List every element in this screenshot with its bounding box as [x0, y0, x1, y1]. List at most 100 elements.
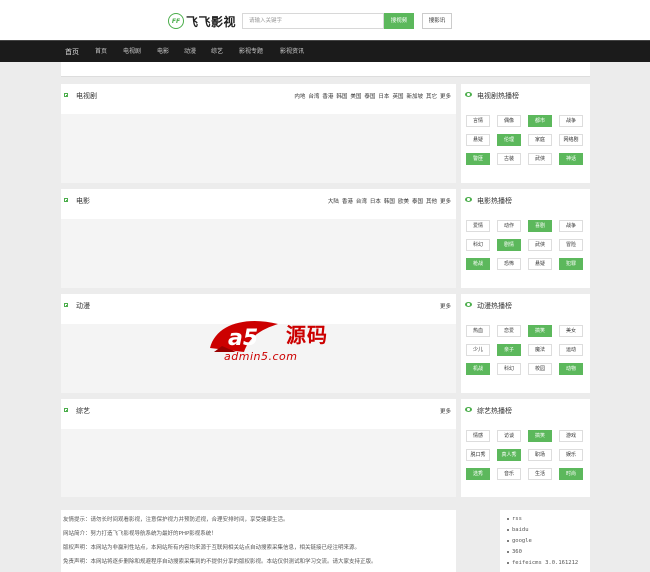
genre-tag[interactable]: 偶像	[497, 115, 521, 127]
region-link[interactable]: 其它	[426, 92, 437, 100]
nav-item-anime[interactable]: 动漫	[184, 41, 196, 63]
genre-tag[interactable]: 热血	[466, 325, 490, 337]
region-link[interactable]: 香港	[322, 92, 333, 100]
nav-item-home[interactable]: 首页	[95, 41, 107, 63]
nav-item-home-logo[interactable]: 首页	[65, 41, 79, 63]
search-news-button[interactable]: 搜影讯	[422, 13, 452, 29]
side-title: 电视剧热播榜	[477, 92, 519, 100]
more-link[interactable]: 更多	[440, 197, 451, 205]
genre-tag[interactable]: 动作	[497, 220, 521, 232]
movie-hot-chart: 电影热播榜 爱情 动作 喜剧 战争 科幻 剧情 武侠 冒险 枪战 恐怖 悬疑 犯…	[461, 189, 590, 288]
region-link[interactable]: 内地	[294, 92, 305, 100]
genre-tag[interactable]: 选秀	[466, 468, 490, 480]
footer-link-feifeicms[interactable]: feifeicms 3.0.161212	[506, 560, 578, 566]
genre-tag[interactable]: 武侠	[528, 239, 552, 251]
region-link[interactable]: 新加坡	[406, 92, 423, 100]
region-link[interactable]: 泰国	[412, 197, 423, 205]
genre-tag[interactable]: 古装	[497, 153, 521, 165]
region-link[interactable]: 日本	[370, 197, 381, 205]
genre-tag[interactable]: 恋爱	[497, 325, 521, 337]
genre-tag[interactable]: 情感	[466, 430, 490, 442]
genre-tag[interactable]: 犯罪	[559, 258, 583, 270]
section-icon	[64, 408, 68, 412]
genre-tag[interactable]: 神话	[559, 153, 583, 165]
side-title: 综艺热播榜	[477, 407, 512, 415]
genre-tag[interactable]: 美女	[559, 325, 583, 337]
nav-item-topics[interactable]: 影视专题	[239, 41, 263, 63]
section-title: 电影	[76, 197, 90, 205]
more-link[interactable]: 更多	[440, 92, 451, 100]
genre-tag[interactable]: 校园	[528, 363, 552, 375]
genre-tag[interactable]: 音乐	[497, 468, 521, 480]
genre-tag[interactable]: 剧情	[497, 239, 521, 251]
genre-tag[interactable]: 家庭	[528, 134, 552, 146]
genre-tag[interactable]: 网络剧	[559, 134, 583, 146]
genre-tag[interactable]: 枪战	[466, 258, 490, 270]
genre-tag[interactable]: 运动	[559, 344, 583, 356]
region-link[interactable]: 日本	[378, 92, 389, 100]
region-link[interactable]: 台湾	[356, 197, 367, 205]
genre-tag[interactable]: 脱口秀	[466, 449, 490, 461]
search-video-button[interactable]: 搜视频	[384, 13, 414, 29]
site-logo[interactable]: FF 飞飞影视	[168, 12, 236, 30]
genre-tag[interactable]: 职场	[528, 449, 552, 461]
genre-tag[interactable]: 爱情	[466, 220, 490, 232]
region-link[interactable]: 大陆	[328, 197, 339, 205]
genre-tag[interactable]: 少儿	[466, 344, 490, 356]
footer-link-google[interactable]: google	[507, 538, 532, 544]
nav-item-tv[interactable]: 电视剧	[123, 41, 141, 63]
genre-tag[interactable]: 魔法	[528, 344, 552, 356]
region-link[interactable]: 香港	[342, 197, 353, 205]
footer-links: rss baidu google 360 feifeicms 3.0.16121…	[500, 510, 590, 572]
region-link[interactable]: 台湾	[308, 92, 319, 100]
genre-tag[interactable]: 喜剧	[528, 220, 552, 232]
genre-tag[interactable]: 亲子	[497, 344, 521, 356]
genre-tag[interactable]: 游戏	[559, 430, 583, 442]
region-link[interactable]: 其他	[426, 197, 437, 205]
genre-tag[interactable]: 武侠	[528, 153, 552, 165]
genre-tag[interactable]: 搞笑	[528, 325, 552, 337]
region-link[interactable]: 韩国	[384, 197, 395, 205]
variety-section-header: 综艺 更多	[61, 399, 456, 429]
genre-tag[interactable]: 悬疑	[466, 134, 490, 146]
genre-tag[interactable]: 真人秀	[497, 449, 521, 461]
region-link[interactable]: 泰国	[364, 92, 375, 100]
tag-grid: 言情 偶像 都市 战争 悬疑 伦理 家庭 网络剧 警匪 古装 武侠 神话	[466, 115, 585, 165]
genre-tag[interactable]: 动物	[559, 363, 583, 375]
genre-tag[interactable]: 生活	[528, 468, 552, 480]
genre-tag[interactable]: 科幻	[497, 363, 521, 375]
genre-tag[interactable]: 伦理	[497, 134, 521, 146]
anime-links: 更多	[440, 302, 451, 310]
nav-item-news[interactable]: 影视资讯	[280, 41, 304, 63]
region-link[interactable]: 英国	[392, 92, 403, 100]
footer-link-360[interactable]: 360	[507, 549, 522, 555]
genre-tag[interactable]: 冒险	[559, 239, 583, 251]
genre-tag[interactable]: 警匪	[466, 153, 490, 165]
logo-text: 飞飞影视	[186, 14, 237, 29]
genre-tag[interactable]: 搞笑	[528, 430, 552, 442]
genre-tag[interactable]: 访谈	[497, 430, 521, 442]
nav-item-variety[interactable]: 综艺	[211, 41, 223, 63]
footer-link-baidu[interactable]: baidu	[507, 527, 529, 533]
genre-tag[interactable]: 恐怖	[497, 258, 521, 270]
genre-tag[interactable]: 机战	[466, 363, 490, 375]
footer-tip: 友情提示：请勿长时间观看影视，注意保护视力并预防近视，合理安排时间，享受健康生活…	[63, 517, 289, 523]
genre-tag[interactable]: 战争	[559, 220, 583, 232]
more-link[interactable]: 更多	[440, 302, 451, 310]
movie-section-body	[61, 219, 456, 288]
search-input[interactable]: 请输入关键字	[242, 13, 384, 29]
section-icon	[64, 198, 68, 202]
region-link[interactable]: 韩国	[336, 92, 347, 100]
footer-link-rss[interactable]: rss	[507, 516, 522, 522]
genre-tag[interactable]: 科幻	[466, 239, 490, 251]
genre-tag[interactable]: 都市	[528, 115, 552, 127]
genre-tag[interactable]: 时尚	[559, 468, 583, 480]
region-link[interactable]: 欧美	[398, 197, 409, 205]
region-link[interactable]: 美国	[350, 92, 361, 100]
more-link[interactable]: 更多	[440, 407, 451, 415]
genre-tag[interactable]: 娱乐	[559, 449, 583, 461]
genre-tag[interactable]: 悬疑	[528, 258, 552, 270]
genre-tag[interactable]: 言情	[466, 115, 490, 127]
nav-item-movie[interactable]: 电影	[157, 41, 169, 63]
genre-tag[interactable]: 战争	[559, 115, 583, 127]
